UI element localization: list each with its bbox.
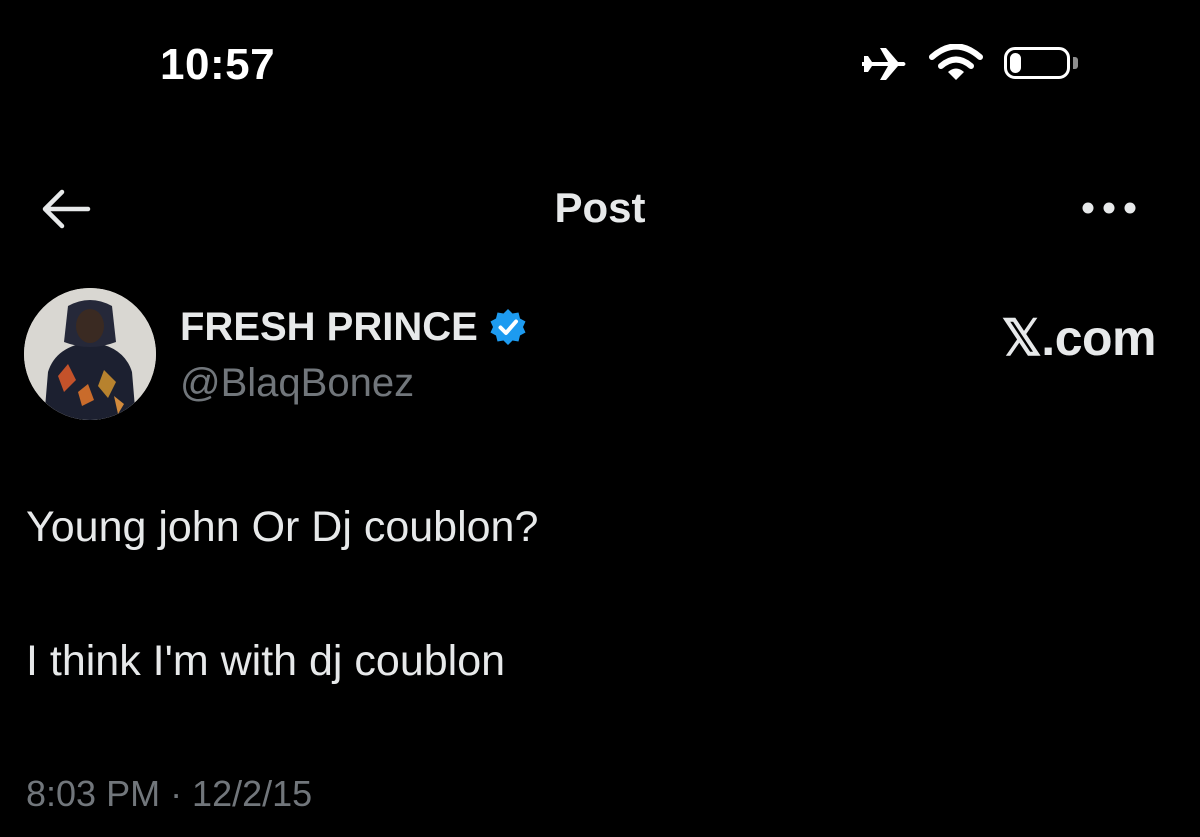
brand-watermark: 𝕏.com: [1001, 310, 1157, 366]
post-timestamp[interactable]: 8:03 PM · 12/2/15: [26, 772, 312, 816]
post-text-line-1: Young john Or Dj coublon?: [26, 503, 539, 551]
page-title: Post: [554, 184, 646, 231]
author-name-row: FRESH PRINCE: [180, 304, 528, 350]
battery-tip: [1073, 57, 1078, 69]
battery-icon: [1004, 47, 1070, 79]
verified-badge-icon: [478, 307, 528, 347]
post-text-line-2: I think I'm with dj coublon: [26, 637, 506, 685]
author-handle[interactable]: @BlaqBonez: [180, 360, 414, 406]
avatar[interactable]: [24, 288, 156, 420]
author-name[interactable]: FRESH PRINCE: [180, 304, 478, 350]
wifi-icon: [928, 43, 984, 84]
more-icon[interactable]: [1078, 196, 1140, 220]
battery-level-fill: [1010, 53, 1021, 73]
status-time: 10:57: [160, 40, 276, 89]
airplane-icon: [858, 44, 908, 84]
status-icons: [858, 43, 1098, 88]
